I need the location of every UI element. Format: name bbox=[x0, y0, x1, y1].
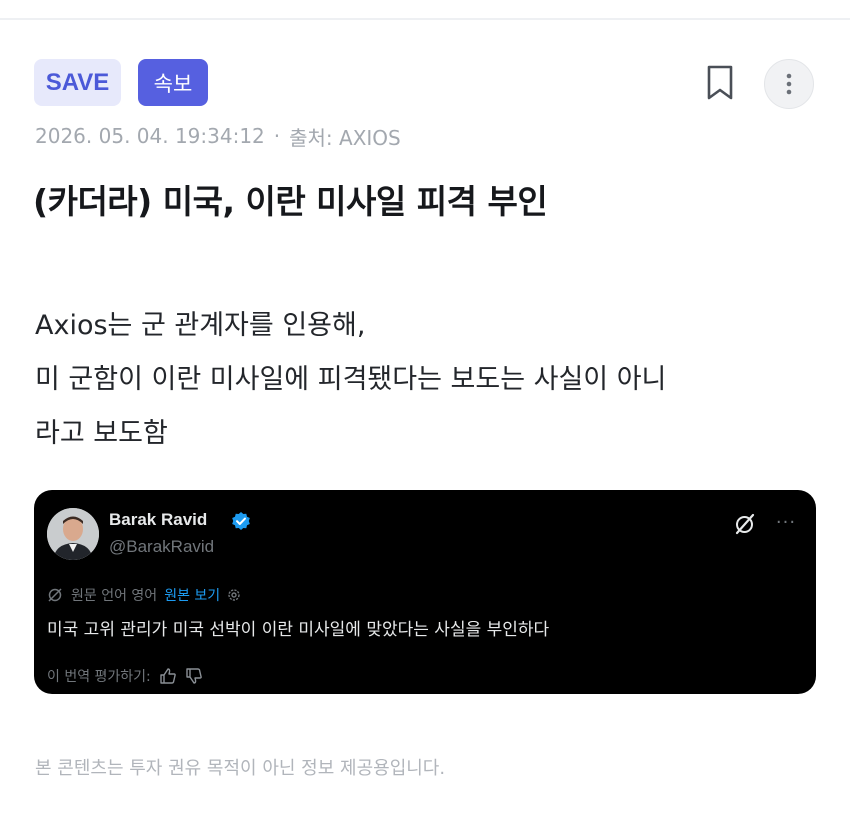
meta-separator: · bbox=[273, 124, 281, 148]
article-title: (카더라) 미국, 이란 미사일 피격 부인 bbox=[33, 182, 548, 221]
disclaimer: 본 콘텐츠는 투자 권유 목적이 아닌 정보 제공용입니다. bbox=[35, 758, 446, 779]
author-avatar[interactable] bbox=[47, 508, 99, 560]
view-original-link[interactable]: 원본 보기 bbox=[164, 585, 220, 605]
thumbs-down-icon[interactable] bbox=[185, 667, 203, 685]
save-badge: SAVE bbox=[34, 59, 121, 106]
more-vertical-icon bbox=[786, 73, 792, 95]
gear-icon[interactable] bbox=[226, 587, 242, 603]
page: SAVE 속보 2026. 05. 04. 19:34:12 · 출처: AXI… bbox=[0, 0, 850, 832]
more-options-button[interactable] bbox=[764, 59, 814, 109]
tweet-author-name[interactable]: Barak Ravid bbox=[109, 510, 207, 530]
rate-label: 이 번역 평가하기: bbox=[47, 669, 151, 685]
translation-label: 원문 언어 영어 bbox=[71, 588, 158, 604]
article-body: Axios는 군 관계자를 인용해, 미 군함이 이란 미사일에 피격됐다는 보… bbox=[35, 299, 815, 461]
more-horizontal-icon[interactable]: ··· bbox=[774, 510, 798, 534]
thumbs-up-icon[interactable] bbox=[159, 667, 177, 685]
body-line: Axios는 군 관계자를 인용해, bbox=[35, 310, 366, 341]
body-line: 미 군함이 이란 미사일에 피격됐다는 보도는 사실이 아니 bbox=[35, 364, 667, 395]
bookmark-button[interactable] bbox=[699, 61, 741, 105]
rate-translation: 이 번역 평가하기: bbox=[47, 665, 203, 687]
translation-info: 원문 언어 영어 원본 보기 bbox=[47, 584, 242, 606]
breaking-news-badge: 속보 bbox=[138, 59, 208, 106]
embedded-tweet[interactable]: Barak Ravid @BarakRavid ··· 원문 언어 영어 원본 … bbox=[34, 490, 816, 694]
article-timestamp: 2026. 05. 04. 19:34:12 bbox=[35, 124, 265, 148]
tweet-translated-text: 미국 고위 관리가 미국 선박이 이란 미사일에 맞았다는 사실을 부인하다 bbox=[47, 620, 550, 640]
grok-icon[interactable] bbox=[733, 512, 757, 536]
verified-badge-icon bbox=[232, 512, 250, 530]
tweet-author-handle[interactable]: @BarakRavid bbox=[109, 537, 214, 557]
translate-icon bbox=[48, 588, 62, 602]
top-divider bbox=[0, 18, 850, 20]
bookmark-icon bbox=[707, 65, 733, 100]
article-source: 출처: AXIOS bbox=[289, 125, 401, 150]
article-meta: 2026. 05. 04. 19:34:12 · 출처: AXIOS bbox=[35, 120, 401, 152]
body-line: 라고 보도함 bbox=[35, 418, 168, 449]
